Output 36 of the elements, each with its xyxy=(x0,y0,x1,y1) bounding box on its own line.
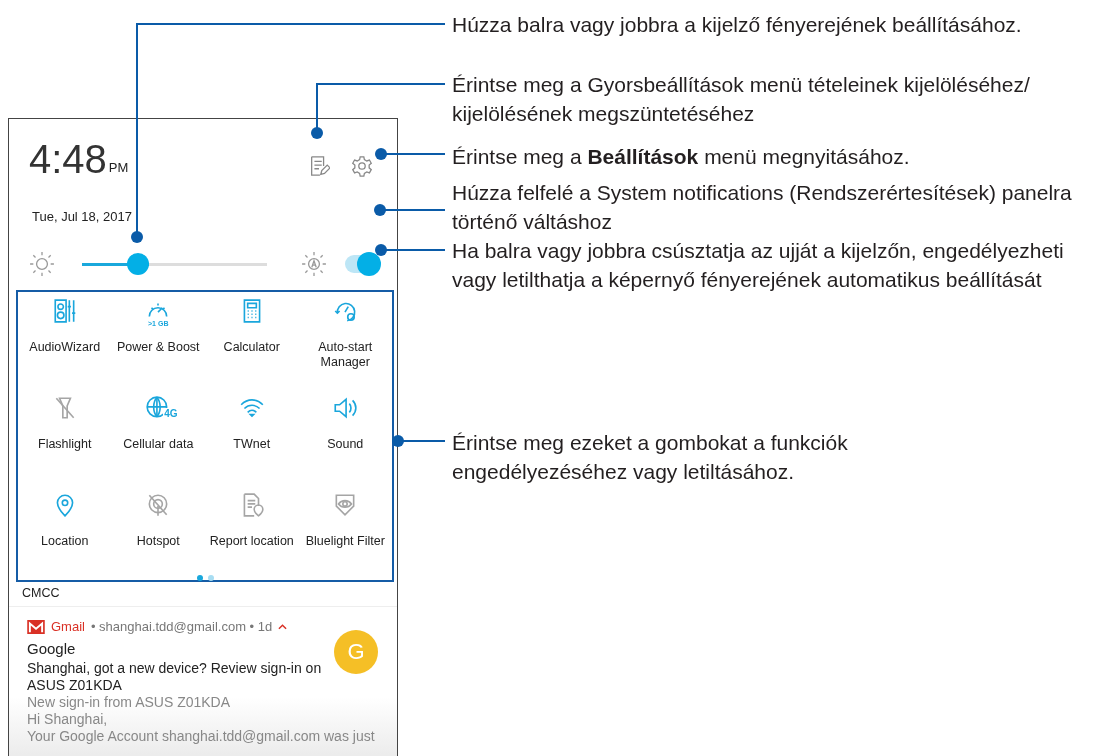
quick-setting-tile[interactable]: 4G Cellular data xyxy=(111,395,205,492)
auto-brightness-toggle[interactable] xyxy=(343,252,381,276)
mail-icon xyxy=(27,619,45,634)
email-preview-line: Hi Shanghai, xyxy=(27,711,109,728)
quick-setting-tile[interactable]: Auto-start Manager xyxy=(298,298,392,395)
quick-setting-tile[interactable]: Calculator xyxy=(205,298,299,395)
email-subject: Shanghai, got a new device? Review sign-in on ASUS Z01KDA xyxy=(27,660,323,694)
auto-brightness-icon xyxy=(301,251,327,277)
sender-name: Google xyxy=(27,640,76,657)
callout-text: Érintse meg a Beállítások menü megnyitásához. xyxy=(452,144,910,170)
quick-setting-tile[interactable]: AudioWizard xyxy=(18,298,112,395)
callout-text: Érintse meg a Gyorsbeállítások menü tételeinek kijelöléséhez/ kijelölésének megszüntetéséhez xyxy=(452,72,1030,127)
speaker-icon xyxy=(51,298,78,324)
speaker-sound-icon xyxy=(332,395,359,421)
callout-text: Húzza felfelé a System notifications (Rendszerértesítések) panelra történő váltáshoz xyxy=(452,180,1072,235)
icon-label: 4G xyxy=(163,408,179,419)
email-preview-line: New sign-in from ASUS Z01KDA xyxy=(27,694,232,711)
quick-setting-tile[interactable]: Sound xyxy=(298,395,392,492)
clock-meridiem: PM xyxy=(108,160,129,175)
settings-icon[interactable] xyxy=(351,155,373,177)
brightness-icon xyxy=(29,251,55,277)
callout-text: Érintse meg ezeket a gombokat a funkciók engedélyezéséhez vagy letiltásához. xyxy=(452,430,848,485)
page-indicator-dot[interactable] xyxy=(207,575,214,581)
notification-meta: • shanghai.tdd@gmail.com • 1d xyxy=(90,619,273,634)
clock-time: 4:48 xyxy=(29,139,107,179)
date-text: Tue, Jul 18, 2017 xyxy=(31,208,133,224)
edit-list-icon[interactable] xyxy=(308,155,330,177)
avatar-circle: G xyxy=(334,630,378,674)
callout-text: Húzza balra vagy jobbra a kijelző fényerejének beállításához. xyxy=(452,12,1022,38)
page-indicator-dot[interactable] xyxy=(196,575,203,581)
quick-setting-tile[interactable]: Flashlight xyxy=(18,395,112,492)
app-name: Gmail xyxy=(51,619,85,634)
callout-text: Ha balra vagy jobbra csúsztatja az ujját a kijelzőn, engedélyezheti vagy letilthatja a képernyő fényerejének automatikus beállítását xyxy=(452,238,1064,293)
caret-icon[interactable] xyxy=(278,623,288,630)
email-preview-line: Your Google Account shanghai.tdd@gmail.com was just xyxy=(27,728,376,745)
quick-setting-tile[interactable]: TWnet xyxy=(205,395,299,492)
